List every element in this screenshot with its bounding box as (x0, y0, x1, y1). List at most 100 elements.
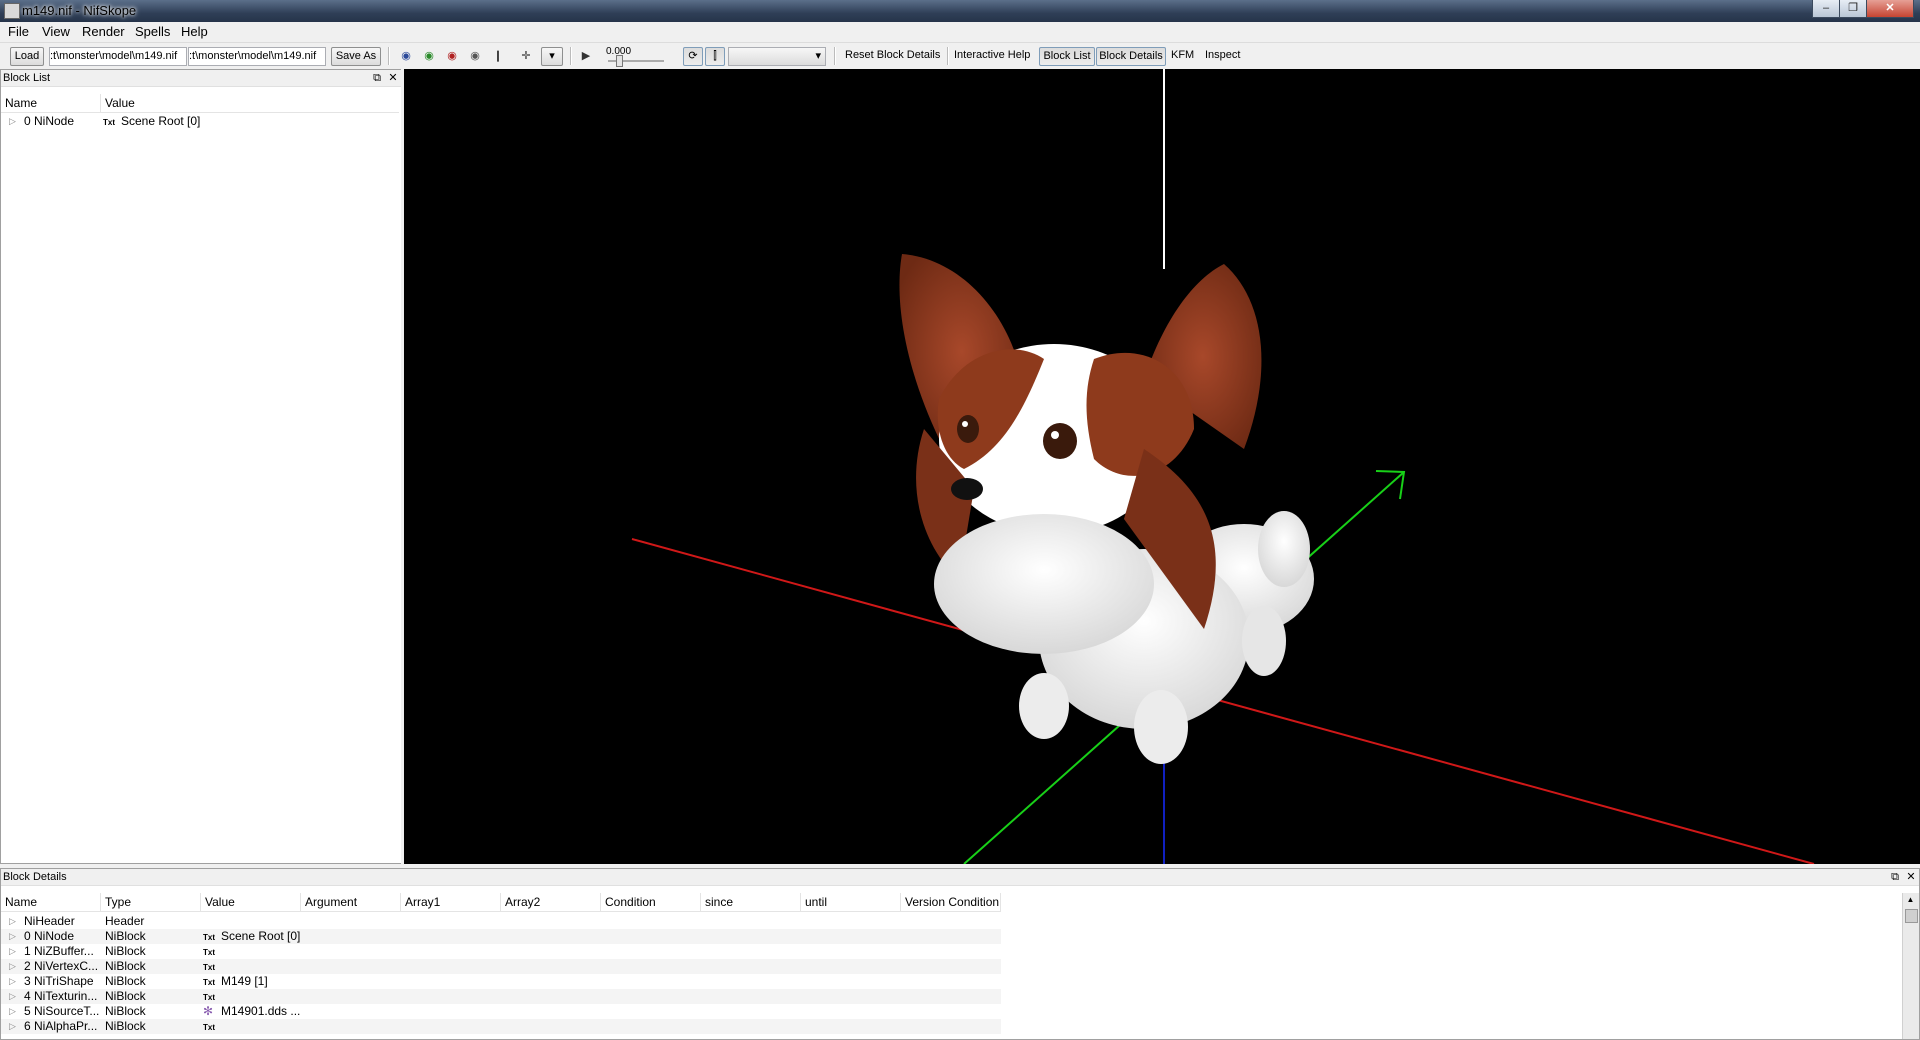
menu-help[interactable]: Help (181, 24, 208, 39)
col-name[interactable]: Name (1, 893, 101, 911)
view-dropdown-button[interactable]: ▾ (541, 47, 563, 66)
row-type: NiBlock (105, 944, 146, 958)
save-as-button[interactable]: Save As (331, 47, 381, 66)
txt-icon: Txt (203, 948, 215, 957)
expand-arrow-icon[interactable]: ▷ (9, 989, 16, 1004)
animation-select[interactable]: ▾ (728, 47, 826, 66)
kfm-button[interactable]: KFM (1171, 49, 1194, 61)
expand-arrow-icon[interactable]: ▷ (9, 1004, 16, 1019)
row-name: 1 NiZBuffer... (24, 944, 94, 958)
scroll-up-icon[interactable]: ▲ (1905, 895, 1916, 905)
expand-arrow-icon[interactable]: ▷ (9, 114, 16, 129)
row-value: Scene Root [0] (221, 929, 301, 943)
table-row[interactable]: ▷ 4 NiTexturin... NiBlock Txt (1, 989, 1001, 1004)
col-condition[interactable]: Condition (601, 893, 701, 911)
row-type: NiBlock (105, 1004, 146, 1018)
row-type: NiBlock (105, 1019, 146, 1033)
col-value[interactable]: Value (101, 94, 399, 112)
txt-icon: Txt (203, 1023, 215, 1032)
block-details-header: Name Type Value Argument Array1 Array2 C… (1, 893, 1001, 912)
col-since[interactable]: since (701, 893, 801, 911)
menu-view[interactable]: View (42, 24, 70, 39)
block-details-panel: Block Details ⧉ ✕ Name Type Value Argume… (0, 868, 1920, 1040)
table-row[interactable]: ▷ 2 NiVertexC... NiBlock Txt (1, 959, 1001, 974)
row-type: NiBlock (105, 989, 146, 1003)
chevron-down-icon: ▾ (815, 50, 821, 62)
toolbar: Load :t\monster\model\m149.nif :t\monste… (0, 43, 1920, 70)
view-side-icon[interactable]: ◉ (421, 48, 437, 64)
col-type[interactable]: Type (101, 893, 201, 911)
scrollbar[interactable]: ▲ (1902, 893, 1919, 1039)
table-row[interactable]: ▷ 6 NiAlphaPr... NiBlock Txt (1, 1019, 1001, 1034)
time-slider-handle[interactable] (616, 55, 623, 67)
menu-file[interactable]: File (8, 24, 29, 39)
table-row[interactable]: ▷ 5 NiSourceT... NiBlock ✻ M14901.dds ..… (1, 1004, 1001, 1019)
block-details-toggle[interactable]: Block Details (1096, 47, 1166, 66)
loop-button[interactable]: ⟳ (683, 47, 703, 66)
expand-arrow-icon[interactable]: ▷ (9, 974, 16, 989)
block-list-row[interactable]: ▷ 0 NiNode Txt Scene Root [0] (1, 114, 399, 129)
col-value[interactable]: Value (201, 893, 301, 911)
row-value: Scene Root [0] (121, 114, 201, 128)
row-name: 0 NiNode (24, 929, 75, 943)
txt-icon: Txt (203, 993, 215, 1002)
axis-icon[interactable]: ✛ (518, 48, 534, 64)
expand-arrow-icon[interactable]: ▷ (9, 1019, 16, 1034)
block-list-title: Block List (1, 70, 401, 87)
row-name: 5 NiSourceT... (24, 1004, 100, 1018)
expand-arrow-icon[interactable]: ▷ (9, 959, 16, 974)
block-list-toggle[interactable]: Block List (1039, 47, 1095, 66)
load-button[interactable]: Load (10, 47, 44, 66)
col-name[interactable]: Name (1, 94, 101, 112)
menu-render[interactable]: Render (82, 24, 125, 39)
col-version-condition[interactable]: Version Condition (901, 893, 1001, 911)
view-front-icon[interactable]: ◉ (398, 48, 414, 64)
walk-mode-icon[interactable]: ❙ (490, 48, 506, 64)
expand-arrow-icon[interactable]: ▷ (9, 914, 16, 929)
scene-render (631, 69, 1815, 864)
view-top-icon[interactable]: ◉ (444, 48, 460, 64)
reset-block-details-button[interactable]: Reset Block Details (845, 49, 940, 61)
close-icon[interactable]: ✕ (387, 71, 399, 85)
save-path-field[interactable]: :t\monster\model\m149.nif (188, 47, 326, 66)
app-icon (4, 3, 20, 19)
txt-icon: Txt (203, 963, 215, 972)
restore-button[interactable]: ❐ (1839, 0, 1867, 18)
row-type: NiBlock (105, 929, 146, 943)
switch-anim-button[interactable]: ⫿ (705, 47, 725, 66)
table-row[interactable]: ▷ NiHeader Header (1, 914, 1001, 929)
col-until[interactable]: until (801, 893, 901, 911)
close-icon[interactable]: ✕ (1905, 870, 1917, 884)
row-name: NiHeader (24, 914, 75, 928)
view-user-icon[interactable]: ◉ (467, 48, 483, 64)
table-row[interactable]: ▷ 1 NiZBuffer... NiBlock Txt (1, 944, 1001, 959)
float-icon[interactable]: ⧉ (371, 71, 383, 85)
block-details-title: Block Details (1, 869, 1919, 886)
close-button[interactable]: ✕ (1866, 0, 1914, 18)
table-row[interactable]: ▷ 0 NiNode NiBlock Txt Scene Root [0] (1, 929, 1001, 944)
menu-spells[interactable]: Spells (135, 24, 170, 39)
interactive-help-button[interactable]: Interactive Help (954, 49, 1030, 61)
inspect-button[interactable]: Inspect (1205, 49, 1240, 61)
float-icon[interactable]: ⧉ (1889, 870, 1901, 884)
col-array2[interactable]: Array2 (501, 893, 601, 911)
load-path-field[interactable]: :t\monster\model\m149.nif (49, 47, 187, 66)
table-row[interactable]: ▷ 3 NiTriShape NiBlock Txt M149 [1] (1, 974, 1001, 989)
block-list-panel: Block List ⧉ ✕ Name Value ▷ 0 NiNode Txt… (0, 69, 402, 864)
txt-icon: Txt (203, 978, 215, 987)
expand-arrow-icon[interactable]: ▷ (9, 944, 16, 959)
expand-arrow-icon[interactable]: ▷ (9, 929, 16, 944)
3d-viewport[interactable] (404, 69, 1920, 864)
row-name: 0 NiNode (24, 114, 75, 128)
col-argument[interactable]: Argument (301, 893, 401, 911)
txt-icon: Txt (203, 933, 215, 942)
row-type: NiBlock (105, 974, 146, 988)
row-value: M14901.dds ... (221, 1004, 301, 1018)
row-name: 3 NiTriShape (24, 974, 94, 988)
texture-icon: ✻ (203, 1004, 214, 1018)
minimize-button[interactable]: – (1812, 0, 1840, 18)
play-icon[interactable]: ▶ (578, 48, 594, 64)
row-name: 2 NiVertexC... (24, 959, 99, 973)
scroll-thumb[interactable] (1905, 909, 1918, 923)
col-array1[interactable]: Array1 (401, 893, 501, 911)
